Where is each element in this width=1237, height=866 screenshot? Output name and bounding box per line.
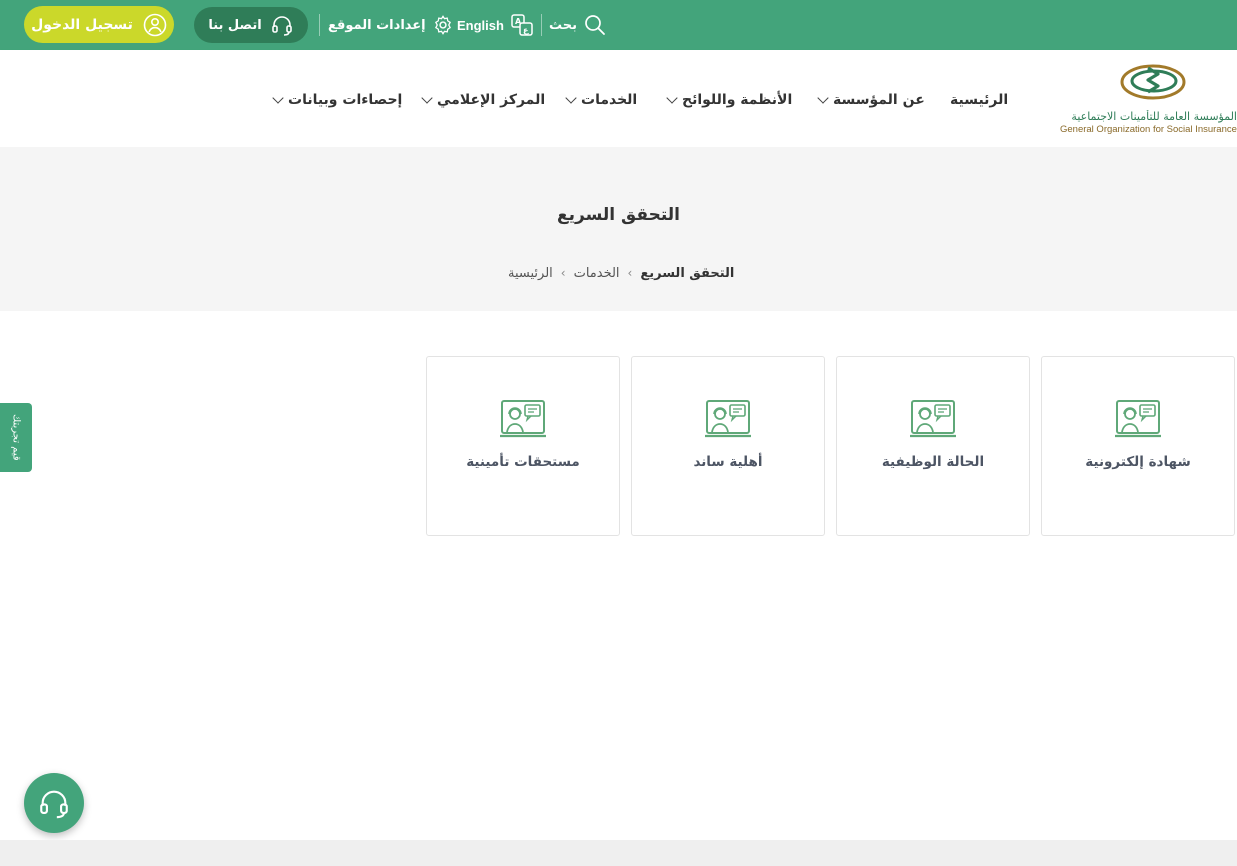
translate-icon: A ع: [511, 14, 533, 36]
gosi-logo[interactable]: المؤسسة العامة للتأمينات الاجتماعية Gene…: [1058, 60, 1237, 138]
nav-label: عن المؤسسة: [833, 92, 925, 108]
language-label: English: [457, 17, 504, 33]
footer-strip: [0, 840, 1237, 866]
online-support-icon: [1115, 400, 1161, 438]
online-support-icon: [910, 400, 956, 438]
feedback-label: قيم تجربتك: [10, 414, 22, 461]
breadcrumb-home[interactable]: الرئيسية: [508, 266, 553, 281]
nav-item-services[interactable]: الخدمات: [565, 90, 638, 110]
logo-name-en: General Organization for Social Insuranc…: [1060, 124, 1237, 135]
language-switch[interactable]: English A ع: [457, 12, 534, 38]
search-icon: [585, 15, 605, 35]
topbar-divider: [541, 14, 542, 36]
card-label: مستحقات تأمينية: [466, 454, 580, 470]
chevron-down-icon: [565, 92, 577, 104]
nav-label: الأنظمة واللوائح: [682, 92, 793, 108]
search-label: بحث: [549, 17, 578, 33]
nav-label: الرئيسية: [950, 92, 1009, 108]
page-banner: التحقق السريع الرئيسية › الخدمات › التحق…: [0, 147, 1237, 311]
login-label: تسجيل الدخول: [31, 16, 133, 33]
chevron-left-icon: ›: [627, 266, 633, 280]
chevron-down-icon: [666, 92, 678, 104]
nav-item-about[interactable]: عن المؤسسة: [817, 90, 925, 110]
support-chat-button[interactable]: [24, 773, 84, 833]
card-label: أهلية ساند: [693, 454, 763, 470]
contact-us-button[interactable]: اتصل بنا: [194, 7, 308, 43]
gear-icon: [434, 15, 451, 35]
logo-name-ar: المؤسسة العامة للتأمينات الاجتماعية: [1071, 110, 1237, 123]
search-link[interactable]: بحث: [549, 12, 607, 38]
nav-item-home[interactable]: الرئيسية: [950, 90, 1008, 110]
chevron-down-icon: [817, 92, 829, 104]
nav-item-media-center[interactable]: المركز الإعلامي: [421, 90, 546, 110]
gosi-emblem-icon: [1120, 64, 1186, 100]
online-support-icon: [500, 400, 546, 438]
feedback-side-tab[interactable]: قيم تجربتك: [0, 403, 32, 472]
nav-label: الخدمات: [581, 92, 638, 108]
nav-item-regulations[interactable]: الأنظمة واللوائح: [666, 90, 793, 110]
breadcrumb-services[interactable]: الخدمات: [574, 266, 620, 281]
chevron-down-icon: [421, 92, 433, 104]
main-header: المؤسسة العامة للتأمينات الاجتماعية Gene…: [0, 50, 1237, 147]
svg-text:ع: ع: [523, 26, 529, 35]
breadcrumb: الرئيسية › الخدمات › التحقق السريع: [508, 263, 744, 283]
headset-icon: [40, 790, 68, 819]
breadcrumb-current: التحقق السريع: [640, 265, 735, 281]
card-saned-eligibility[interactable]: أهلية ساند: [631, 356, 825, 536]
card-insurance-dues[interactable]: مستحقات تأمينية: [426, 356, 620, 536]
site-settings-label: إعدادات الموقع: [328, 17, 426, 33]
page-title: التحقق السريع: [557, 205, 680, 225]
svg-text:A: A: [515, 17, 522, 26]
contact-label: اتصل بنا: [208, 17, 262, 33]
card-e-certificate[interactable]: شهادة إلكترونية: [1041, 356, 1235, 536]
card-label: الحالة الوظيفية: [881, 454, 985, 470]
top-bar: تسجيل الدخول اتصل بنا إعدادات الموقع Eng…: [0, 0, 1237, 50]
card-label: شهادة إلكترونية: [1085, 454, 1191, 470]
user-circle-icon: [143, 13, 167, 36]
nav-item-statistics[interactable]: إحصاءات وبيانات: [272, 90, 403, 110]
topbar-divider: [319, 14, 320, 36]
online-support-icon: [705, 400, 751, 438]
card-employment-status[interactable]: الحالة الوظيفية: [836, 356, 1030, 536]
headset-icon: [271, 16, 292, 36]
chevron-left-icon: ›: [560, 266, 566, 280]
nav-label: المركز الإعلامي: [437, 92, 546, 108]
chevron-down-icon: [272, 92, 284, 104]
login-button[interactable]: تسجيل الدخول: [24, 6, 174, 43]
site-settings-link[interactable]: إعدادات الموقع: [328, 12, 454, 38]
nav-label: إحصاءات وبيانات: [288, 92, 403, 108]
